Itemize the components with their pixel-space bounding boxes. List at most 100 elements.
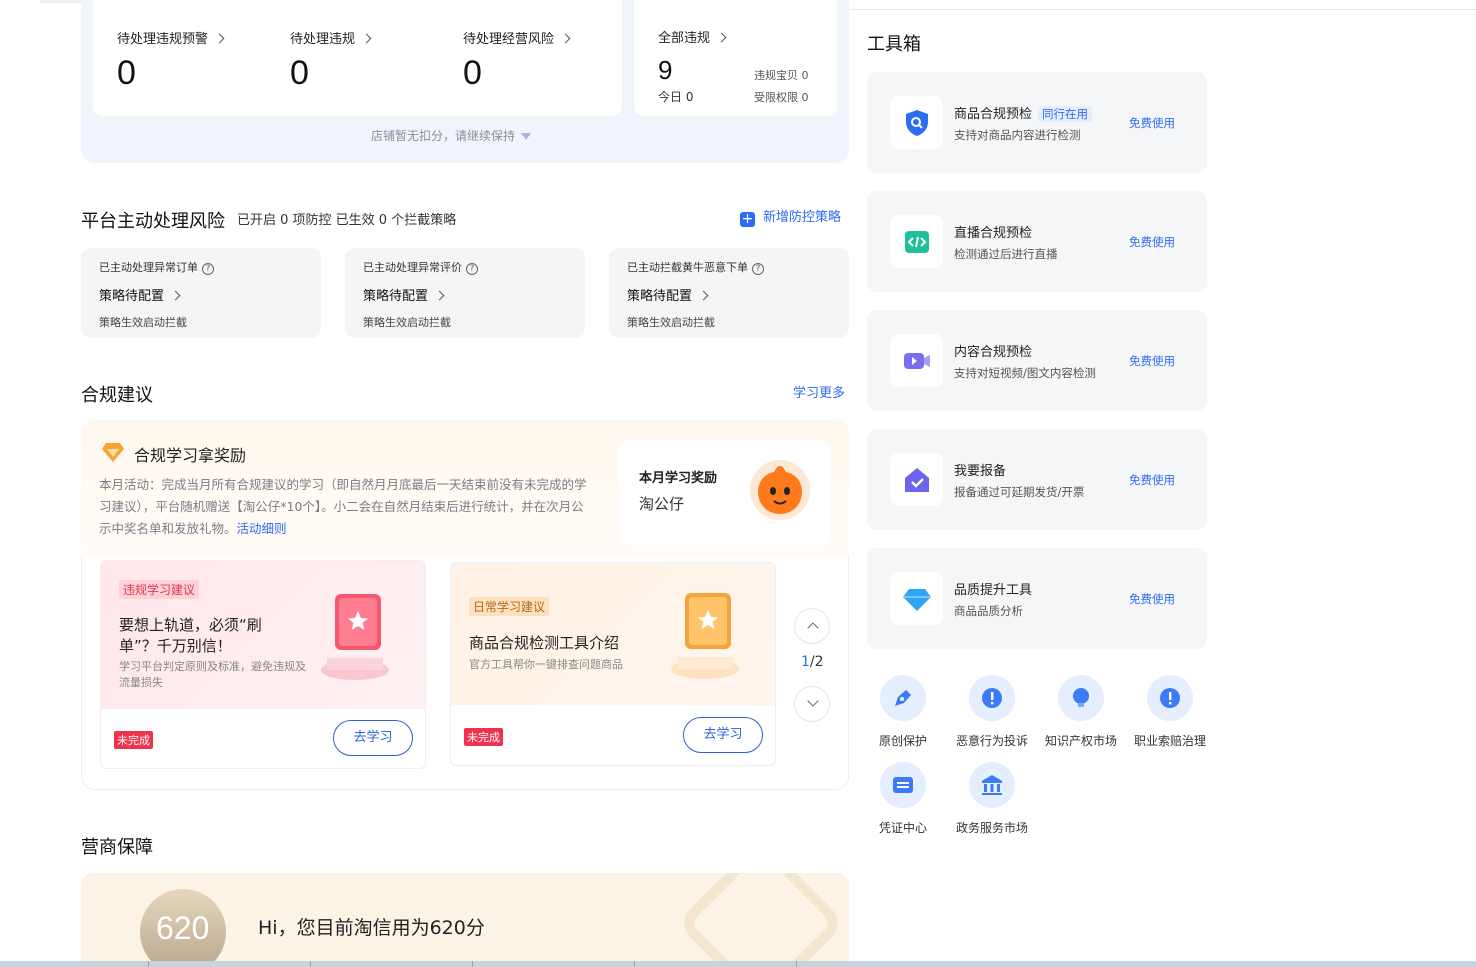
reward-title: 合规学习拿奖励 xyxy=(134,446,247,465)
caret-down-icon xyxy=(521,133,532,140)
help-icon[interactable]: ? xyxy=(752,263,764,275)
status-badge: 未完成 xyxy=(114,731,153,749)
quick-link-label: 知识产权市场 xyxy=(1044,734,1117,748)
quick-link-label: 原创保护 xyxy=(878,734,927,748)
monthly-reward-label: 本月学习奖励 xyxy=(639,471,718,486)
strategy-config-link[interactable]: 策略待配置 xyxy=(363,285,445,304)
voucher-icon xyxy=(880,762,926,808)
risk-card-title: 已主动拦截黄牛恶意下单 xyxy=(627,261,748,274)
strategy-config-link[interactable]: 策略待配置 xyxy=(99,285,181,304)
tool-name: 商品合规预检 同行在用 xyxy=(954,103,1093,122)
bulb-icon xyxy=(1058,675,1104,721)
restricted-count: 受限权限 0 xyxy=(754,91,809,104)
tool-card-product-check[interactable]: 商品合规预检 同行在用 支持对商品内容进行检测 免费使用 xyxy=(867,72,1207,173)
pending-risk-link[interactable]: 待处理经营风险 xyxy=(463,28,571,47)
deduction-note[interactable]: 店铺暂无扣分，请继续保持 xyxy=(371,127,532,144)
card-tag: 违规学习建议 xyxy=(119,580,200,599)
quick-link-malicious-complaint[interactable]: 恶意行为投诉 xyxy=(947,675,1037,749)
strategy-config-link[interactable]: 策略待配置 xyxy=(627,285,709,304)
free-use-link[interactable]: 免费使用 xyxy=(1129,472,1175,488)
free-use-link[interactable]: 免费使用 xyxy=(1129,591,1175,607)
taskbar-item[interactable] xyxy=(310,961,458,967)
scroll-down-button[interactable] xyxy=(794,686,830,722)
add-strategy-link[interactable]: + 新增防控策略 xyxy=(740,206,841,227)
risk-card-reviews: 已主动处理异常评价? 策略待配置 策略生效启动拦截 xyxy=(345,248,585,338)
risk-card-orders: 已主动处理异常订单? 策略待配置 策略生效启动拦截 xyxy=(81,248,321,338)
status-badge: 未完成 xyxy=(464,728,503,746)
monthly-reward-value: 淘公仔 xyxy=(639,495,685,513)
suggestions-title: 合规建议 xyxy=(81,385,153,406)
pending-stats-card xyxy=(93,0,622,116)
go-learn-button[interactable]: 去学习 xyxy=(683,717,763,753)
chevron-right-icon xyxy=(170,290,181,301)
risk-card-title: 已主动处理异常评价 xyxy=(363,261,462,274)
diamond-icon xyxy=(101,441,125,467)
quick-link-label: 政务服务市场 xyxy=(955,821,1028,835)
tool-name: 直播合规预检 xyxy=(954,226,1033,241)
credit-greeting: Hi，您目前淘信用为620分 xyxy=(258,917,485,939)
card-desc: 学习平台判定原则及标准，避免违规及流量损失 xyxy=(119,660,306,689)
chevron-right-icon xyxy=(361,33,372,44)
card-title: 商品合规检测工具介绍 xyxy=(469,634,620,652)
diamond-icon xyxy=(890,572,943,625)
go-learn-button[interactable]: 去学习 xyxy=(333,720,413,756)
divider xyxy=(850,9,1476,10)
all-violations-count: 9 xyxy=(658,55,673,85)
tool-card-live-check[interactable]: 直播合规预检 检测通过后进行直播 免费使用 xyxy=(867,191,1207,292)
tool-tag: 同行在用 xyxy=(1038,106,1093,122)
risk-card-scalpers: 已主动拦截黄牛恶意下单? 策略待配置 策略生效启动拦截 xyxy=(609,248,849,338)
free-use-link[interactable]: 免费使用 xyxy=(1129,234,1175,250)
taskbar-item[interactable] xyxy=(796,961,944,967)
free-use-link[interactable]: 免费使用 xyxy=(1129,115,1175,131)
taskbar-item[interactable] xyxy=(472,961,620,967)
chevron-right-icon xyxy=(560,33,571,44)
scroll-up-button[interactable] xyxy=(794,608,830,644)
book-icon xyxy=(315,586,395,690)
tool-name: 内容合规预检 xyxy=(954,345,1033,360)
learning-card[interactable]: 日常学习建议 商品合规检测工具介绍 官方工具帮你一键排查问题商品 未完成 去学习 xyxy=(450,562,776,766)
tool-card-content-check[interactable]: 内容合规预检 支持对短视频/图文内容检测 免费使用 xyxy=(867,310,1207,411)
help-icon[interactable]: ? xyxy=(202,263,214,275)
alert-icon xyxy=(1147,675,1193,721)
pending-warning-link[interactable]: 待处理违规预警 xyxy=(117,28,225,47)
help-icon[interactable]: ? xyxy=(466,263,478,275)
all-violations-link[interactable]: 全部违规 xyxy=(658,27,727,46)
tool-desc: 支持对短视频/图文内容检测 xyxy=(954,366,1096,380)
quick-link-claim-governance[interactable]: 职业索赔治理 xyxy=(1125,675,1215,749)
business-title: 营商保障 xyxy=(81,837,153,858)
risk-card-desc: 策略生效启动拦截 xyxy=(627,316,715,329)
taskbar-item[interactable] xyxy=(148,961,296,967)
code-icon xyxy=(890,215,943,268)
government-icon xyxy=(969,762,1015,808)
learn-more-link[interactable]: 学习更多 xyxy=(793,382,845,401)
quick-link-original-protection[interactable]: 原创保护 xyxy=(858,675,948,749)
tool-name: 我要报备 xyxy=(954,464,1007,479)
taskbar-item[interactable] xyxy=(634,961,782,967)
free-use-link[interactable]: 免费使用 xyxy=(1129,353,1175,369)
tool-card-report[interactable]: 我要报备 报备通过可延期发货/开票 免费使用 xyxy=(867,429,1207,530)
quick-link-government-market[interactable]: 政务服务市场 xyxy=(947,762,1037,836)
tool-name: 品质提升工具 xyxy=(954,583,1033,598)
risk-card-title: 已主动处理异常订单 xyxy=(99,261,198,274)
risk-card-desc: 策略生效启动拦截 xyxy=(363,316,451,329)
tool-card-quality[interactable]: 品质提升工具 商品品质分析 免费使用 xyxy=(867,548,1207,649)
learning-card[interactable]: 违规学习建议 要想上轨道，必须“刷单”？千万别信！ 学习平台判定原则及标准，避免… xyxy=(100,560,426,769)
quick-link-label: 凭证中心 xyxy=(878,821,927,835)
plus-icon: + xyxy=(740,211,755,227)
alert-icon xyxy=(969,675,1015,721)
chevron-right-icon xyxy=(716,32,727,43)
pending-violation-link[interactable]: 待处理违规 xyxy=(290,28,372,47)
tool-desc: 商品品质分析 xyxy=(954,604,1023,618)
pending-warning-count: 0 xyxy=(117,54,136,92)
quick-link-voucher-center[interactable]: 凭证中心 xyxy=(858,762,948,836)
card-desc: 官方工具帮你一键排查问题商品 xyxy=(469,658,623,671)
chevron-right-icon xyxy=(698,290,709,301)
shield-search-icon xyxy=(890,96,943,149)
quick-link-ip-market[interactable]: 知识产权市场 xyxy=(1036,675,1126,749)
book-icon xyxy=(665,585,745,689)
pending-violation-count: 0 xyxy=(290,54,309,92)
activity-rules-link[interactable]: 活动细则 xyxy=(237,521,287,536)
tool-desc: 检测通过后进行直播 xyxy=(954,247,1058,261)
chevron-right-icon xyxy=(214,33,225,44)
quick-link-label: 职业索赔治理 xyxy=(1133,734,1206,748)
